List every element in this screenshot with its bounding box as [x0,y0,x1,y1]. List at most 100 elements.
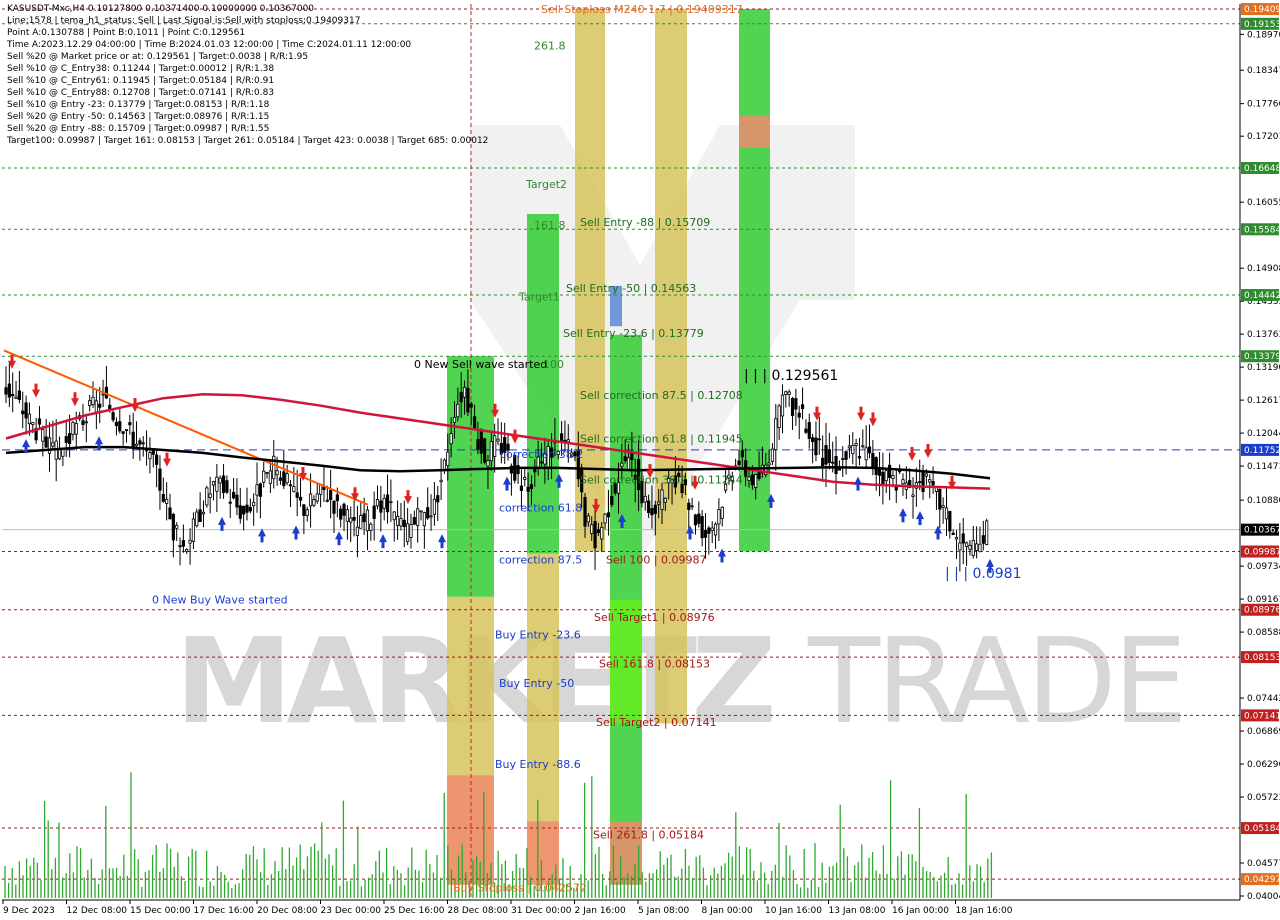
price-tick-label: 0.12617 [1247,396,1280,406]
candle-body [918,481,922,484]
candle-body [275,470,279,476]
candle-body [941,505,945,508]
candle-body [660,489,664,510]
candle-body [349,517,353,523]
candle-body [17,390,21,400]
candle-body [529,484,534,489]
candle-body [566,439,570,443]
candle-body [268,470,273,484]
candle-body [924,473,929,477]
price-tick-label: 0.11471 [1247,462,1280,472]
chart-annotation: Target2 [525,178,567,191]
candle-body [11,393,15,397]
price-tick-label: 0.14908 [1247,264,1280,274]
price-axis: 0.18970 0.18347 0.17766 0.17201 0.16055 0.149… [1239,3,1280,902]
candle-body [790,397,795,416]
candle-body [221,475,226,493]
candle-body [67,433,72,445]
candle-body [961,533,965,544]
price-tick-label: 0.16055 [1247,198,1280,208]
chart-annotation: Sell Target1 | 0.08976 [594,611,715,624]
candle-body [807,422,811,439]
candle-body [436,495,440,503]
candle-body [901,479,905,485]
candle-body [215,476,219,492]
price-badge-label: 0.16648 [1244,164,1280,174]
watermark-right-text: TRADE [807,612,1183,750]
candle-body [938,488,942,510]
candle-body [231,491,236,499]
time-tick-label: 25 Dec 16:00 [384,906,445,916]
candle-body [114,421,119,427]
chart-annotation: Sell correction 38.2 | 0.11244 [580,473,743,486]
candle-body [951,532,955,536]
candle-body [747,476,751,481]
candle-body [121,431,125,434]
chart-annotation: 100 [543,358,564,371]
info-line: KASUSDT-Mxc,H4 0.10127800 0.10371400 0.1… [7,4,315,14]
chart-annotation: 261.8 [534,39,566,52]
candle-body [754,474,758,488]
price-tick-label: 0.04004 [1247,892,1280,902]
candle-body [31,422,35,425]
candle-body [148,452,152,460]
candle-body [74,423,78,435]
candle-body [419,510,423,513]
candle-body [98,403,102,408]
candle-body [171,513,175,541]
chart-annotation: Sell Entry -50 | 0.14563 [566,282,696,295]
info-panel: KASUSDT-Mxc,H4 0.10127800 0.10371400 0.1… [7,3,488,147]
price-tick-label: 0.05723 [1247,793,1280,803]
candle-body [342,503,346,516]
chart-annotation: 161.8 [534,219,566,232]
candle-body [928,479,932,483]
candle-body [462,386,467,398]
chart-annotation: Sell 100 | 0.09987 [606,553,707,566]
candle-body [61,448,65,457]
candle-body [787,391,791,395]
candle-body [442,459,447,471]
candle-body [647,500,651,514]
chart-annotation: Sell 161.8 | 0.08153 [599,658,710,671]
info-line: Point A:0.130788 | Point B:0.1011 | Poin… [7,28,246,38]
candle-body [523,476,527,480]
price-tick-label: 0.09734 [1247,562,1280,572]
price-tick-label: 0.10880 [1247,496,1280,506]
candle-body [985,520,989,545]
candle-body [593,521,597,549]
price-tick-label: 0.18970 [1247,30,1280,40]
price-badge-label: 0.08153 [1244,653,1280,663]
candle-body [355,526,360,536]
chart-annotation: Sell 261.8 | 0.05184 [593,829,704,842]
candle-body [864,447,868,461]
candle-body [653,504,657,514]
candle-body [134,443,139,447]
candle-body [449,433,453,445]
chart-annotation: correction 38.2 [500,448,583,461]
candle-body [141,442,145,445]
candle-body [884,470,888,482]
candle-body [693,514,698,526]
candle-body [71,422,75,435]
candle-body [717,509,721,525]
candle-body [124,429,129,432]
chart-annotation: Sell correction 61.8 | 0.11945 [580,433,743,446]
candle-body [623,456,627,462]
candle-body [372,505,376,519]
price-tick-label: 0.13763 [1247,330,1280,340]
candle-body [710,527,714,531]
candle-body [57,448,62,460]
candle-body [198,509,202,523]
candle-body [315,493,319,502]
candle-body [165,498,169,504]
price-tick-label: 0.07442 [1247,694,1280,704]
info-line: Sell %10 @ C_Entry88: 0.12708 | Target:0… [7,88,275,98]
candle-body [804,428,808,433]
candle-body [195,511,199,527]
price-badge-label: 0.19153 [1244,20,1280,30]
candle-body [831,461,835,464]
candle-body [248,506,252,512]
chart-annotation: Buy Entry -23.6 [495,628,581,641]
price-badge-label: 0.14442 [1244,291,1280,301]
candle-body [874,457,878,475]
